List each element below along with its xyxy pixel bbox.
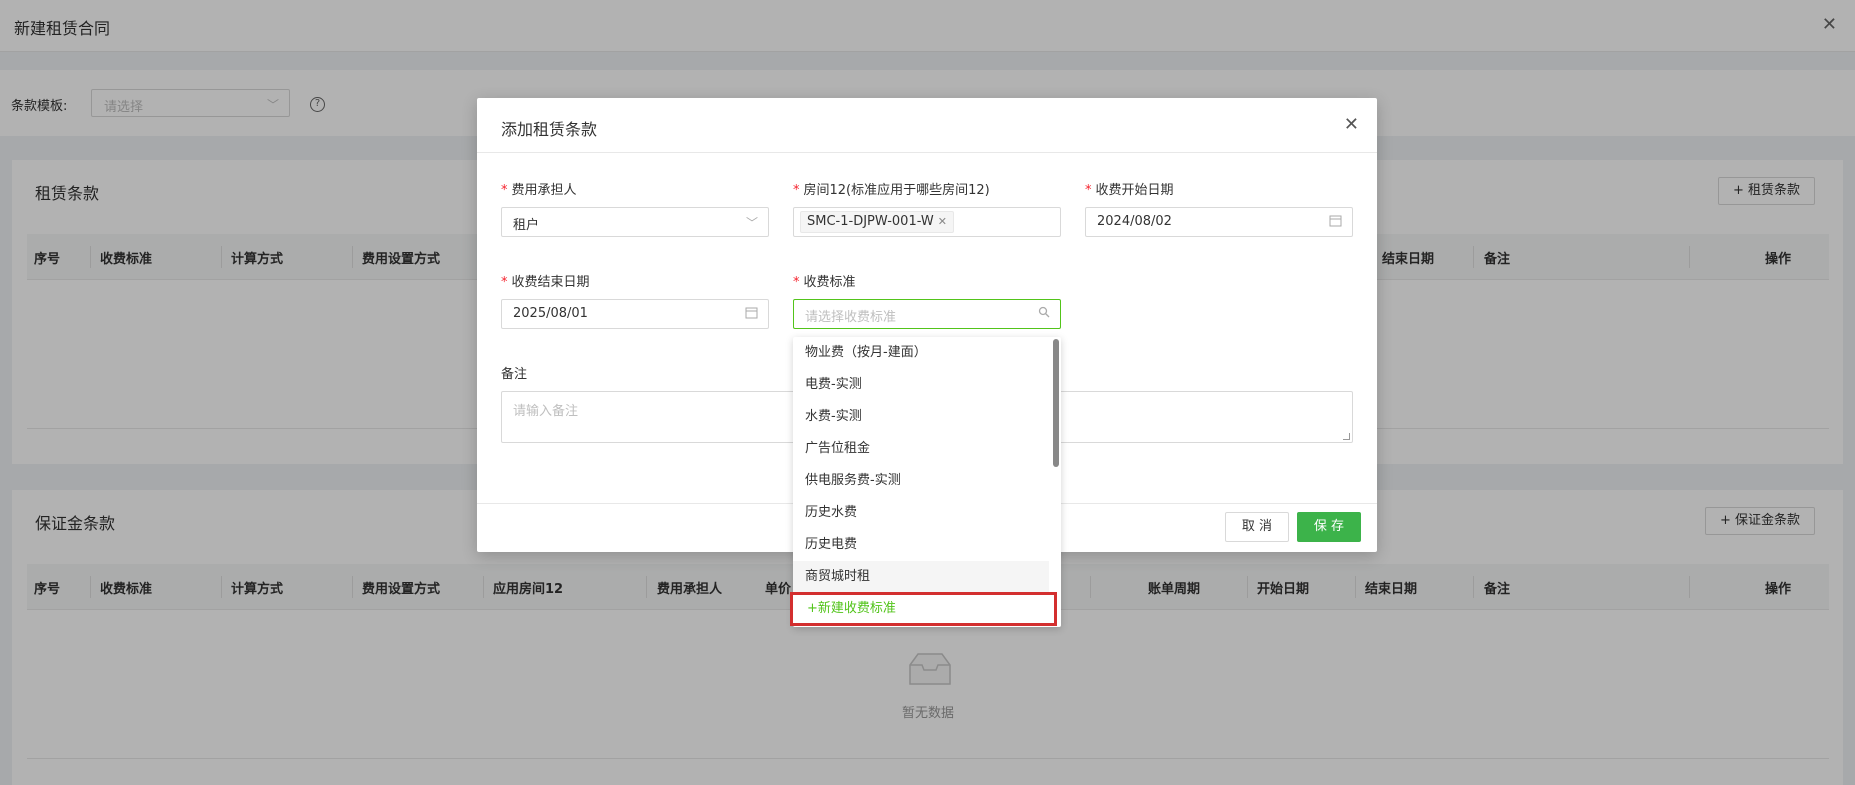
new-standard-button[interactable]: +新建收费标准 xyxy=(790,592,1057,626)
save-button[interactable]: 保 存 xyxy=(1297,512,1361,542)
dropdown-option[interactable]: 历史水费 xyxy=(793,497,1049,529)
remark-label: 备注 xyxy=(501,367,528,382)
dropdown-option[interactable]: 物业费（按月-建面） xyxy=(793,337,1049,369)
chevron-down-icon: ﹀ xyxy=(745,216,758,230)
start-date-value: 2024/08/02 xyxy=(1097,214,1172,229)
dropdown-option[interactable]: 水费-实测 xyxy=(793,401,1049,433)
end-date-value: 2025/08/01 xyxy=(513,306,588,321)
payer-select[interactable]: 租户 ﹀ xyxy=(501,207,769,237)
room-select[interactable]: SMC-1-DJPW-001-W ✕ xyxy=(793,207,1061,237)
room-tag: SMC-1-DJPW-001-W ✕ xyxy=(800,211,954,233)
standard-dropdown: 物业费（按月-建面） 电费-实测 水费-实测 广告位租金 供电服务费-实测 历史… xyxy=(790,337,1061,627)
dropdown-scrollbar[interactable] xyxy=(1053,339,1059,467)
payer-value: 租户 xyxy=(513,218,540,233)
standard-placeholder: 请选择收费标准 xyxy=(805,310,897,325)
end-date-picker[interactable]: 2025/08/01 xyxy=(501,299,769,329)
calendar-icon xyxy=(1329,214,1342,230)
standard-select[interactable]: 请选择收费标准 xyxy=(793,299,1061,329)
search-icon xyxy=(1038,306,1050,321)
close-icon[interactable]: ✕ xyxy=(1344,114,1359,135)
standard-label: * 收费标准 xyxy=(793,275,856,290)
start-date-label: * 收费开始日期 xyxy=(1085,183,1174,198)
modal-header: 添加租赁条款 ✕ xyxy=(477,98,1377,153)
remark-placeholder: 请输入备注 xyxy=(513,404,579,419)
start-date-picker[interactable]: 2024/08/02 xyxy=(1085,207,1353,237)
modal-title: 添加租赁条款 xyxy=(501,120,598,139)
resize-handle-icon[interactable] xyxy=(1343,433,1350,440)
calendar-icon xyxy=(745,306,758,322)
remove-tag-icon[interactable]: ✕ xyxy=(938,215,947,228)
dropdown-option[interactable]: 商贸城时租 xyxy=(793,561,1049,593)
dropdown-option[interactable]: 广告位租金 xyxy=(793,433,1049,465)
end-date-label: * 收费结束日期 xyxy=(501,275,590,290)
payer-label: * 费用承担人 xyxy=(501,183,577,198)
dropdown-option[interactable]: 电费-实测 xyxy=(793,369,1049,401)
dropdown-option[interactable]: 供电服务费-实测 xyxy=(793,465,1049,497)
room-label: * 房间12(标准应用于哪些房间12) xyxy=(793,183,990,198)
dropdown-option[interactable]: 历史电费 xyxy=(793,529,1049,561)
cancel-button[interactable]: 取 消 xyxy=(1225,512,1289,542)
